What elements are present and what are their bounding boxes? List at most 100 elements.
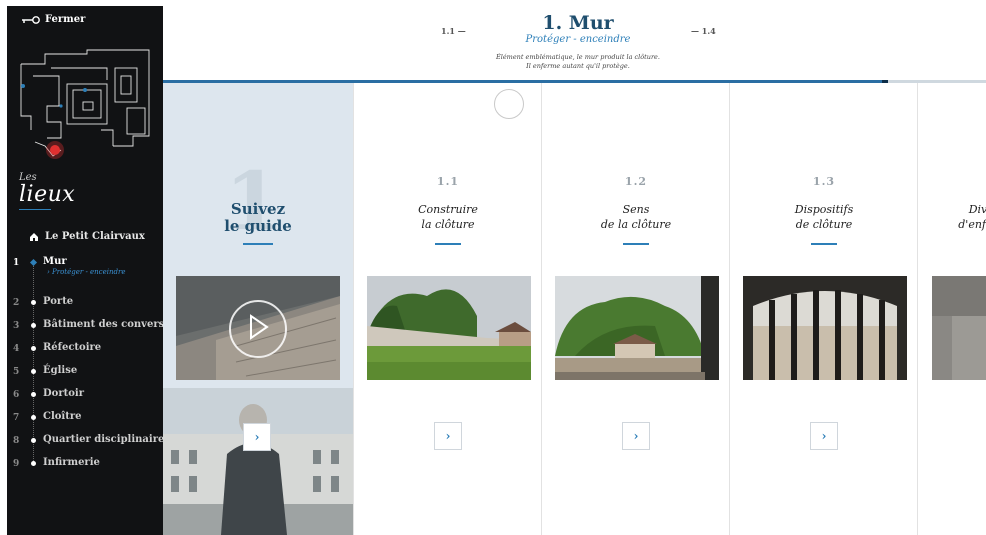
subsection-title-line: Div bbox=[968, 203, 986, 216]
subsection-title[interactable]: Dispositifs de clôture bbox=[730, 202, 918, 232]
nav-item-label: Bâtiment des convers bbox=[43, 319, 163, 330]
nav-dot bbox=[31, 461, 36, 466]
nav-dot bbox=[31, 438, 36, 443]
subsection-open-button[interactable]: › bbox=[622, 422, 650, 450]
subsection-open-button[interactable]: › bbox=[434, 422, 462, 450]
nav-item-number: 6 bbox=[13, 390, 20, 400]
page-title: 1. Mur bbox=[542, 12, 614, 34]
subsection-title-line: Construire bbox=[418, 203, 478, 216]
nav-item-dortoir[interactable]: 6 Dortoir bbox=[7, 385, 163, 408]
subsection-number: 1.3 bbox=[812, 175, 836, 188]
nav-item-batiment-des-convers[interactable]: 3 Bâtiment des convers bbox=[7, 316, 163, 339]
nav-item-number: 8 bbox=[13, 436, 20, 446]
nav-item-porte[interactable]: 2 Porte bbox=[7, 293, 163, 316]
subsection-column-1-3: 1.3 Dispositifs de clôture › bbox=[729, 83, 918, 535]
subsection-number: 1.1 bbox=[436, 175, 460, 188]
site-map[interactable] bbox=[17, 46, 153, 162]
guide-photo: › bbox=[163, 388, 353, 535]
building-icon bbox=[30, 232, 38, 241]
title-underline bbox=[811, 243, 837, 245]
subsection-image[interactable] bbox=[367, 276, 531, 380]
nav-dot bbox=[31, 323, 36, 328]
subsection-title-line: de clôture bbox=[795, 218, 853, 231]
subsection-title-line: Sens bbox=[622, 203, 650, 216]
nav-subitem-proteger[interactable]: › Protéger - enceindre bbox=[47, 268, 125, 276]
nav-item-label: Cloître bbox=[43, 411, 82, 422]
nav-item-number: 9 bbox=[13, 459, 20, 469]
nav-item-mur[interactable]: 1 Mur › Protéger - enceindre bbox=[7, 253, 163, 293]
left-frame bbox=[0, 0, 7, 535]
nav-dot bbox=[31, 415, 36, 420]
prev-section-link[interactable]: 1.1 — bbox=[441, 26, 466, 36]
nav-item-label: Quartier disciplinaire bbox=[43, 434, 163, 445]
abbey-wall-image bbox=[367, 276, 531, 380]
nav-item-number: 2 bbox=[13, 298, 20, 308]
decorative-circle bbox=[494, 89, 524, 119]
subsection-column-1-4: Div d'enfer bbox=[917, 83, 986, 535]
guide-video[interactable] bbox=[176, 276, 340, 380]
lieux-underline bbox=[19, 209, 51, 210]
sidebar: Fermer Les lieux Le Petit Clairvaux 1 Mu… bbox=[7, 6, 163, 535]
guide-open-button[interactable]: › bbox=[243, 423, 271, 451]
title-underline bbox=[623, 243, 649, 245]
subsection-title-line: de la clôture bbox=[600, 218, 672, 231]
title-underline bbox=[243, 243, 273, 245]
nav-item-cloitre[interactable]: 7 Cloître bbox=[7, 408, 163, 431]
nav-item-label: Infirmerie bbox=[43, 457, 100, 468]
page-description: Élément emblématique, le mur produit la … bbox=[463, 53, 693, 71]
subsection-number: 1.2 bbox=[624, 175, 648, 188]
subsection-image[interactable] bbox=[932, 276, 986, 380]
nav-item-number: 4 bbox=[13, 344, 20, 354]
nav-item-quartier-disciplinaire[interactable]: 8 Quartier disciplinaire bbox=[7, 431, 163, 454]
barred-window-image bbox=[743, 276, 907, 380]
nav-item-label: Porte bbox=[43, 296, 74, 307]
nav-item-infirmerie[interactable]: 9 Infirmerie bbox=[7, 454, 163, 477]
nav-dot bbox=[29, 258, 38, 267]
close-button[interactable]: Fermer bbox=[21, 14, 85, 25]
subsection-column-1-1: 1.1 Construire la clôture › bbox=[353, 83, 542, 535]
subsection-title-line: la clôture bbox=[421, 218, 475, 231]
nav-item-label: Mur bbox=[43, 256, 67, 267]
nav-item-label: Église bbox=[43, 365, 78, 376]
nav-item-number: 5 bbox=[13, 367, 20, 377]
subsection-title-line: d'enfer bbox=[958, 218, 986, 231]
section-header: 1.1 — 1. Mur Protéger - enceindre Élémen… bbox=[163, 0, 986, 80]
abbey-view-image bbox=[555, 276, 719, 380]
subsection-open-button[interactable]: › bbox=[810, 422, 838, 450]
nav-item-number: 1 bbox=[13, 258, 20, 268]
stone-texture-image bbox=[932, 276, 986, 380]
nav-dot bbox=[31, 369, 36, 374]
nav-dot bbox=[31, 346, 36, 351]
nav-item-label: Réfectoire bbox=[43, 342, 102, 353]
nav-item-number: 3 bbox=[13, 321, 20, 331]
subsection-title[interactable]: Construire la clôture bbox=[354, 202, 542, 232]
petit-clairvaux-label: Le Petit Clairvaux bbox=[45, 231, 145, 242]
page-subtitle: Protéger - enceindre bbox=[525, 34, 631, 45]
petit-clairvaux-link[interactable]: Le Petit Clairvaux bbox=[29, 231, 145, 242]
guide-title-line: le guide bbox=[224, 217, 292, 235]
guide-column: 1 Suivez le guide › bbox=[163, 83, 353, 535]
nav-item-refectoire[interactable]: 4 Réfectoire bbox=[7, 339, 163, 362]
next-section-link[interactable]: — 1.4 bbox=[691, 26, 716, 36]
guide-title[interactable]: Suivez le guide bbox=[163, 201, 353, 235]
subsection-column-1-2: 1.2 Sens de la clôture › bbox=[541, 83, 730, 535]
title-underline bbox=[435, 243, 461, 245]
nav-dot bbox=[31, 392, 36, 397]
nav-dot bbox=[31, 300, 36, 305]
nav-item-eglise[interactable]: 5 Église bbox=[7, 362, 163, 385]
places-nav: 1 Mur › Protéger - enceindre 2 Porte 3 B… bbox=[7, 253, 163, 477]
key-icon bbox=[22, 15, 40, 24]
subsection-title[interactable]: Div d'enfer bbox=[918, 202, 986, 232]
subsection-image[interactable] bbox=[555, 276, 719, 380]
nav-item-number: 7 bbox=[13, 413, 20, 423]
subsection-title[interactable]: Sens de la clôture bbox=[542, 202, 730, 232]
subsection-image[interactable] bbox=[743, 276, 907, 380]
play-icon bbox=[250, 314, 269, 340]
description-line: Il enferme autant qu'il protège. bbox=[526, 62, 630, 70]
guide-title-line: Suivez bbox=[230, 200, 286, 218]
nav-item-label: Dortoir bbox=[43, 388, 84, 399]
close-label: Fermer bbox=[45, 14, 86, 25]
subsection-title-line: Dispositifs bbox=[794, 203, 854, 216]
play-button[interactable] bbox=[229, 300, 287, 358]
description-line: Élément emblématique, le mur produit la … bbox=[496, 53, 660, 61]
